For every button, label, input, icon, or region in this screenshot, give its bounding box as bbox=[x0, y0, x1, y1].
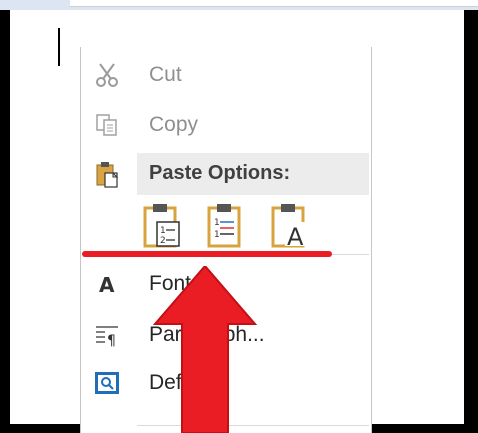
svg-text:A: A bbox=[99, 273, 115, 297]
ribbon-edge bbox=[70, 0, 478, 7]
svg-text:1: 1 bbox=[160, 226, 166, 236]
scissors-icon bbox=[93, 61, 121, 89]
paragraph-icon: ¶ bbox=[93, 321, 121, 349]
define-icon bbox=[93, 369, 121, 397]
menu-item-label: Copy bbox=[149, 113, 199, 136]
paste-merge-formatting-icon[interactable]: 1 1 bbox=[205, 202, 247, 248]
paste-options-row: 1 2 1 1 A bbox=[141, 202, 311, 251]
text-cursor bbox=[58, 28, 60, 66]
clipboard-icon bbox=[93, 160, 121, 188]
paste-keep-formatting-icon[interactable]: 1 2 bbox=[141, 202, 183, 248]
svg-text:1: 1 bbox=[214, 218, 220, 228]
paste-options-icon-cell bbox=[81, 153, 137, 195]
svg-text:1: 1 bbox=[214, 230, 220, 240]
paste-options-label: Paste Options: bbox=[149, 162, 291, 184]
paste-options-header: Paste Options: bbox=[137, 153, 369, 195]
svg-text:¶: ¶ bbox=[107, 333, 116, 349]
menu-item-label: Cut bbox=[149, 63, 182, 86]
paste-text-only-icon[interactable]: A bbox=[269, 202, 311, 251]
svg-text:A: A bbox=[287, 223, 304, 248]
annotation-up-arrow-icon bbox=[152, 266, 258, 433]
annotation-underline bbox=[82, 251, 332, 257]
font-icon: A bbox=[93, 270, 121, 298]
svg-text:2: 2 bbox=[160, 236, 166, 246]
menu-item-copy[interactable]: Copy bbox=[81, 105, 371, 145]
copy-icon bbox=[93, 111, 121, 139]
menu-item-cut[interactable]: Cut bbox=[81, 55, 371, 95]
